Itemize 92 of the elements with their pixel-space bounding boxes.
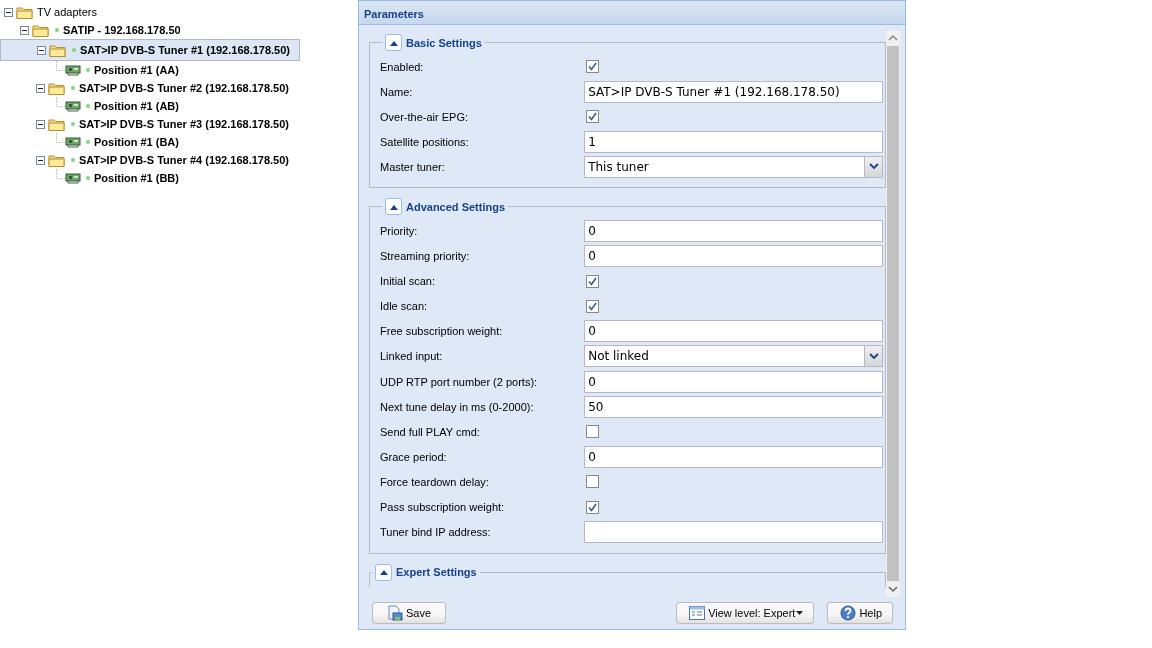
collapse-icon[interactable] — [385, 198, 402, 216]
field-label: Over-the-air EPG: — [380, 110, 470, 123]
folder-icon — [48, 81, 66, 95]
card-icon — [65, 100, 81, 112]
status-dot — [86, 140, 90, 144]
input-field[interactable]: 1 — [584, 130, 883, 153]
field-label: UDP RTP port number (2 ports): — [380, 375, 539, 388]
field-label: Linked input: — [380, 350, 444, 363]
status-dot — [55, 28, 59, 32]
input-field[interactable]: 0 — [584, 220, 883, 242]
menu-icon — [689, 606, 706, 620]
caret-icon — [796, 611, 804, 615]
field-label: Next tune delay in ms (0-2000): — [380, 400, 535, 413]
field-label: Master tuner: — [380, 160, 446, 173]
tree-item[interactable]: Position #1 (AA) — [0, 61, 181, 79]
status-dot — [71, 86, 75, 90]
folder-icon — [48, 117, 66, 131]
input-field[interactable] — [584, 521, 883, 544]
caret-icon[interactable] — [868, 163, 879, 171]
status-dot — [86, 68, 90, 72]
tree-label: Position #1 (AB) — [94, 100, 179, 112]
field-label: Tuner bind IP address: — [380, 526, 492, 539]
collapse-icon[interactable] — [375, 563, 392, 581]
tree-label: SATIP - 192.168.178.50 — [63, 24, 181, 36]
folder-icon — [16, 5, 34, 19]
collapse-icon[interactable] — [385, 34, 402, 51]
status-dot — [72, 48, 76, 52]
field-label: Streaming priority: — [380, 250, 471, 263]
tree-item[interactable]: SATIP - 192.168.178.50 — [0, 21, 183, 39]
field-label: Idle scan: — [380, 300, 429, 313]
dropdown[interactable]: This tuner — [584, 155, 883, 178]
field-label: Name: — [380, 85, 414, 98]
status-dot — [86, 104, 90, 108]
tree-label: SAT>IP DVB-S Tuner #1 (192.168.178.50) — [80, 44, 290, 56]
tree-label: Position #1 (AA) — [94, 64, 179, 76]
status-dot — [86, 176, 90, 180]
caret-icon[interactable] — [868, 353, 879, 360]
field-label: Force teardown delay: — [380, 475, 490, 488]
save-button[interactable]: Save — [372, 602, 447, 624]
checkbox[interactable] — [586, 110, 599, 124]
tree-item[interactable]: Position #1 (BB) — [0, 169, 181, 187]
field-label: Send full PLAY cmd: — [380, 425, 481, 438]
tree-item[interactable]: SAT>IP DVB-S Tuner #3 (192.168.178.50) — [0, 115, 291, 133]
checkbox[interactable] — [586, 425, 599, 439]
section-title: Advanced Settings — [406, 200, 506, 213]
tree-label: SAT>IP DVB-S Tuner #2 (192.168.178.50) — [79, 82, 289, 94]
tree-label: Position #1 (BB) — [94, 172, 179, 184]
input-field[interactable]: 0 — [584, 245, 883, 268]
section-title: Expert Settings — [396, 566, 477, 579]
input-field[interactable]: 0 — [584, 445, 883, 468]
view-level-button[interactable]: View level: Expert — [676, 602, 815, 624]
tree-item[interactable]: Position #1 (BA) — [0, 133, 181, 151]
field-label: Pass subscription weight: — [380, 501, 506, 514]
input-field[interactable]: 0 — [584, 320, 883, 343]
checkbox[interactable] — [586, 475, 599, 489]
status-dot — [71, 158, 75, 162]
help-button[interactable]: Help — [827, 602, 893, 624]
checkbox[interactable] — [586, 60, 599, 74]
tree-label: TV adapters — [37, 6, 97, 18]
help-icon — [840, 605, 857, 621]
field-label: Satellite positions: — [380, 135, 470, 148]
checkbox[interactable] — [586, 274, 599, 288]
folder-icon — [48, 153, 66, 167]
card-icon — [65, 136, 81, 148]
checkbox[interactable] — [586, 500, 599, 514]
input-field[interactable]: 0 — [584, 370, 883, 393]
tree-label: Position #1 (BA) — [94, 136, 179, 148]
tree-label: SAT>IP DVB-S Tuner #4 (192.168.178.50) — [79, 154, 289, 166]
folder-icon — [32, 23, 50, 37]
dropdown[interactable]: Not linked — [584, 345, 883, 368]
tree-label: SAT>IP DVB-S Tuner #3 (192.168.178.50) — [79, 118, 289, 130]
tree-item[interactable]: Position #1 (AB) — [0, 97, 181, 115]
tree-item[interactable]: SAT>IP DVB-S Tuner #1 (192.168.178.50) — [0, 39, 300, 61]
card-icon — [65, 64, 81, 76]
section-title: Basic Settings — [406, 36, 482, 49]
panel-title: Parameters — [359, 1, 905, 25]
tree-item[interactable]: SAT>IP DVB-S Tuner #2 (192.168.178.50) — [0, 79, 291, 97]
input-field[interactable]: 50 — [584, 395, 883, 418]
field-label: Priority: — [380, 225, 419, 237]
field-label: Grace period: — [380, 450, 448, 463]
status-dot — [71, 122, 75, 126]
input-field[interactable]: SAT>IP DVB-S Tuner #1 (192.168.178.50) — [584, 80, 883, 103]
card-icon — [65, 172, 81, 184]
folder-icon — [49, 43, 67, 57]
scrollbar[interactable] — [886, 30, 900, 597]
save-icon — [387, 605, 403, 621]
field-label: Enabled: — [380, 60, 425, 73]
checkbox[interactable] — [586, 299, 599, 313]
field-label: Initial scan: — [380, 275, 437, 288]
tree-item[interactable]: TV adapters — [0, 3, 99, 21]
tree-item[interactable]: SAT>IP DVB-S Tuner #4 (192.168.178.50) — [0, 151, 291, 169]
field-label: Free subscription weight: — [380, 325, 504, 338]
